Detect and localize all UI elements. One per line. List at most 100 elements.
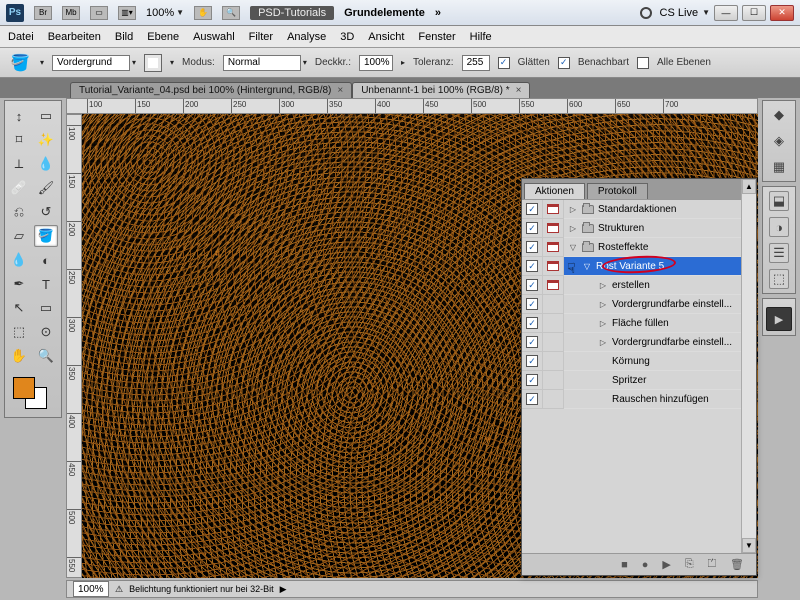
disclosure-icon[interactable]: ▽ — [582, 262, 592, 271]
menu-bild[interactable]: Bild — [115, 31, 133, 43]
paint-bucket-tool-icon[interactable]: 🪣 — [34, 225, 58, 247]
paint-bucket-tool-icon[interactable]: 🪣 — [8, 52, 32, 74]
screen-mode-icon[interactable]: ▭ — [90, 6, 108, 20]
mode-dropdown[interactable]: Normal▾ — [223, 55, 307, 71]
close-icon[interactable]: × — [516, 85, 522, 96]
horizontal-ruler[interactable]: 100150200250300350400450500550600650700 — [66, 98, 758, 114]
scroll-down-icon[interactable]: ▼ — [742, 538, 756, 553]
layers-panel-icon[interactable]: ☰ — [769, 243, 789, 263]
healing-brush-tool-icon[interactable]: 🩹 — [7, 177, 31, 199]
menu-bearbeiten[interactable]: Bearbeiten — [48, 31, 101, 43]
foreground-color-swatch[interactable] — [13, 377, 35, 399]
color-panel-icon[interactable]: ◆ — [769, 105, 789, 125]
menu-filter[interactable]: Filter — [249, 31, 273, 43]
fill-source-dropdown[interactable]: Vordergrund▾ — [52, 55, 136, 71]
action-row[interactable]: ▷Vordergrundfarbe einstell... — [564, 333, 756, 352]
action-toggle-checkbox[interactable]: ✓ — [526, 317, 538, 329]
action-toggle-checkbox[interactable]: ✓ — [526, 203, 538, 215]
eyedropper-tool-icon[interactable]: 💧 — [34, 153, 58, 175]
lasso-tool-icon[interactable]: ⌑ — [7, 129, 31, 151]
menu-ansicht[interactable]: Ansicht — [368, 31, 404, 43]
modal-dialog-icon[interactable] — [547, 280, 559, 290]
menu-analyse[interactable]: Analyse — [287, 31, 326, 43]
3d-tool-icon[interactable]: ⬚ — [7, 321, 31, 343]
action-row[interactable]: Rauschen hinzufügen — [564, 390, 756, 409]
action-row[interactable]: ▷Strukturen — [564, 219, 756, 238]
close-button[interactable]: ✕ — [770, 5, 794, 21]
modal-dialog-icon[interactable] — [547, 204, 559, 214]
workspace-psdtutorials[interactable]: PSD-Tutorials — [250, 6, 334, 20]
magic-wand-tool-icon[interactable]: ✨ — [34, 129, 58, 151]
tolerance-field[interactable]: 255 — [462, 55, 490, 71]
actions-play-icon[interactable]: ▶ — [766, 307, 792, 331]
swatches-panel-icon[interactable]: ◈ — [769, 131, 789, 151]
bridge-icon[interactable]: Br — [34, 6, 52, 20]
disclosure-icon[interactable]: ▷ — [598, 300, 608, 309]
extras-icon[interactable]: ▥▾ — [118, 6, 136, 20]
dodge-tool-icon[interactable]: ◐ — [34, 249, 58, 271]
disclosure-icon[interactable]: ▷ — [598, 319, 608, 328]
history-brush-tool-icon[interactable]: ↺ — [34, 201, 58, 223]
zoom-field[interactable]: 100% — [73, 581, 109, 597]
action-row[interactable]: ▷Standardaktionen — [564, 200, 756, 219]
menu-datei[interactable]: Datei — [8, 31, 34, 43]
modal-dialog-icon[interactable] — [547, 223, 559, 233]
scrollbar[interactable]: ▲ ▼ — [741, 199, 756, 553]
action-row[interactable]: ▽Rosteffekte — [564, 238, 756, 257]
action-row[interactable]: ▷Fläche füllen — [564, 314, 756, 333]
type-tool-icon[interactable]: T — [34, 273, 58, 295]
new-set-icon[interactable]: ⎘ — [685, 558, 694, 571]
action-row[interactable]: ▷erstellen — [564, 276, 756, 295]
zoom-tool-shortcut-icon[interactable]: 🔍 — [222, 6, 240, 20]
disclosure-icon[interactable]: ▷ — [598, 281, 608, 290]
close-icon[interactable]: × — [337, 85, 343, 96]
disclosure-icon[interactable]: ▷ — [568, 205, 578, 214]
all-layers-checkbox[interactable] — [637, 57, 649, 69]
clone-stamp-tool-icon[interactable]: ⎌ — [7, 201, 31, 223]
masks-panel-icon[interactable]: ◑ — [769, 217, 789, 237]
action-row[interactable]: ▽Rost Variante 5 — [564, 257, 756, 276]
new-action-icon[interactable]: ⏍ — [708, 558, 716, 571]
action-toggle-checkbox[interactable]: ✓ — [526, 260, 538, 272]
action-toggle-checkbox[interactable]: ✓ — [526, 279, 538, 291]
action-toggle-checkbox[interactable]: ✓ — [526, 222, 538, 234]
cs-live-icon[interactable] — [640, 7, 652, 19]
vertical-ruler[interactable]: 100150200250300350400450500550 — [66, 114, 82, 578]
action-row[interactable]: Spritzer — [564, 371, 756, 390]
color-swatches[interactable] — [7, 375, 59, 413]
hand-tool-icon[interactable]: ✋ — [7, 345, 31, 367]
cs-live-label[interactable]: CS Live — [660, 7, 699, 19]
menu-fenster[interactable]: Fenster — [418, 31, 455, 43]
trash-icon[interactable]: 🗑 — [730, 558, 744, 571]
action-toggle-checkbox[interactable]: ✓ — [526, 241, 538, 253]
document-tab[interactable]: Unbenannt-1 bei 100% (RGB/8) *× — [352, 82, 530, 98]
3d-camera-tool-icon[interactable]: ⊙ — [34, 321, 58, 343]
workspace-name[interactable]: Grundelemente — [344, 7, 425, 19]
disclosure-icon[interactable]: ▷ — [568, 224, 578, 233]
status-more-icon[interactable]: ▶ — [280, 584, 287, 595]
modal-dialog-icon[interactable] — [547, 242, 559, 252]
pen-tool-icon[interactable]: ✒ — [7, 273, 31, 295]
shape-tool-icon[interactable]: ▭ — [34, 297, 58, 319]
action-row[interactable]: Körnung — [564, 352, 756, 371]
stop-button-icon[interactable]: ■ — [621, 559, 628, 571]
brush-tool-icon[interactable]: 🖌 — [34, 177, 58, 199]
adjustments-panel-icon[interactable]: ⬓ — [769, 191, 789, 211]
menu-auswahl[interactable]: Auswahl — [193, 31, 235, 43]
pattern-swatch[interactable] — [144, 54, 162, 72]
channels-panel-icon[interactable]: ⬚ — [769, 269, 789, 289]
action-toggle-checkbox[interactable]: ✓ — [526, 374, 538, 386]
zoom-dropdown[interactable]: 100%▼ — [146, 7, 184, 19]
action-row[interactable]: ▷Vordergrundfarbe einstell... — [564, 295, 756, 314]
disclosure-icon[interactable]: ▽ — [568, 243, 578, 252]
blur-tool-icon[interactable]: 💧 — [7, 249, 31, 271]
minimize-button[interactable]: — — [714, 5, 738, 21]
zoom-tool-icon[interactable]: 🔍 — [34, 345, 58, 367]
action-toggle-checkbox[interactable]: ✓ — [526, 393, 538, 405]
tab-protokoll[interactable]: Protokoll — [587, 183, 648, 199]
menu-hilfe[interactable]: Hilfe — [470, 31, 492, 43]
crop-tool-icon[interactable]: ⟂ — [7, 153, 31, 175]
play-button-icon[interactable]: ▶ — [662, 558, 670, 571]
antialias-checkbox[interactable]: ✓ — [498, 57, 510, 69]
action-toggle-checkbox[interactable]: ✓ — [526, 355, 538, 367]
